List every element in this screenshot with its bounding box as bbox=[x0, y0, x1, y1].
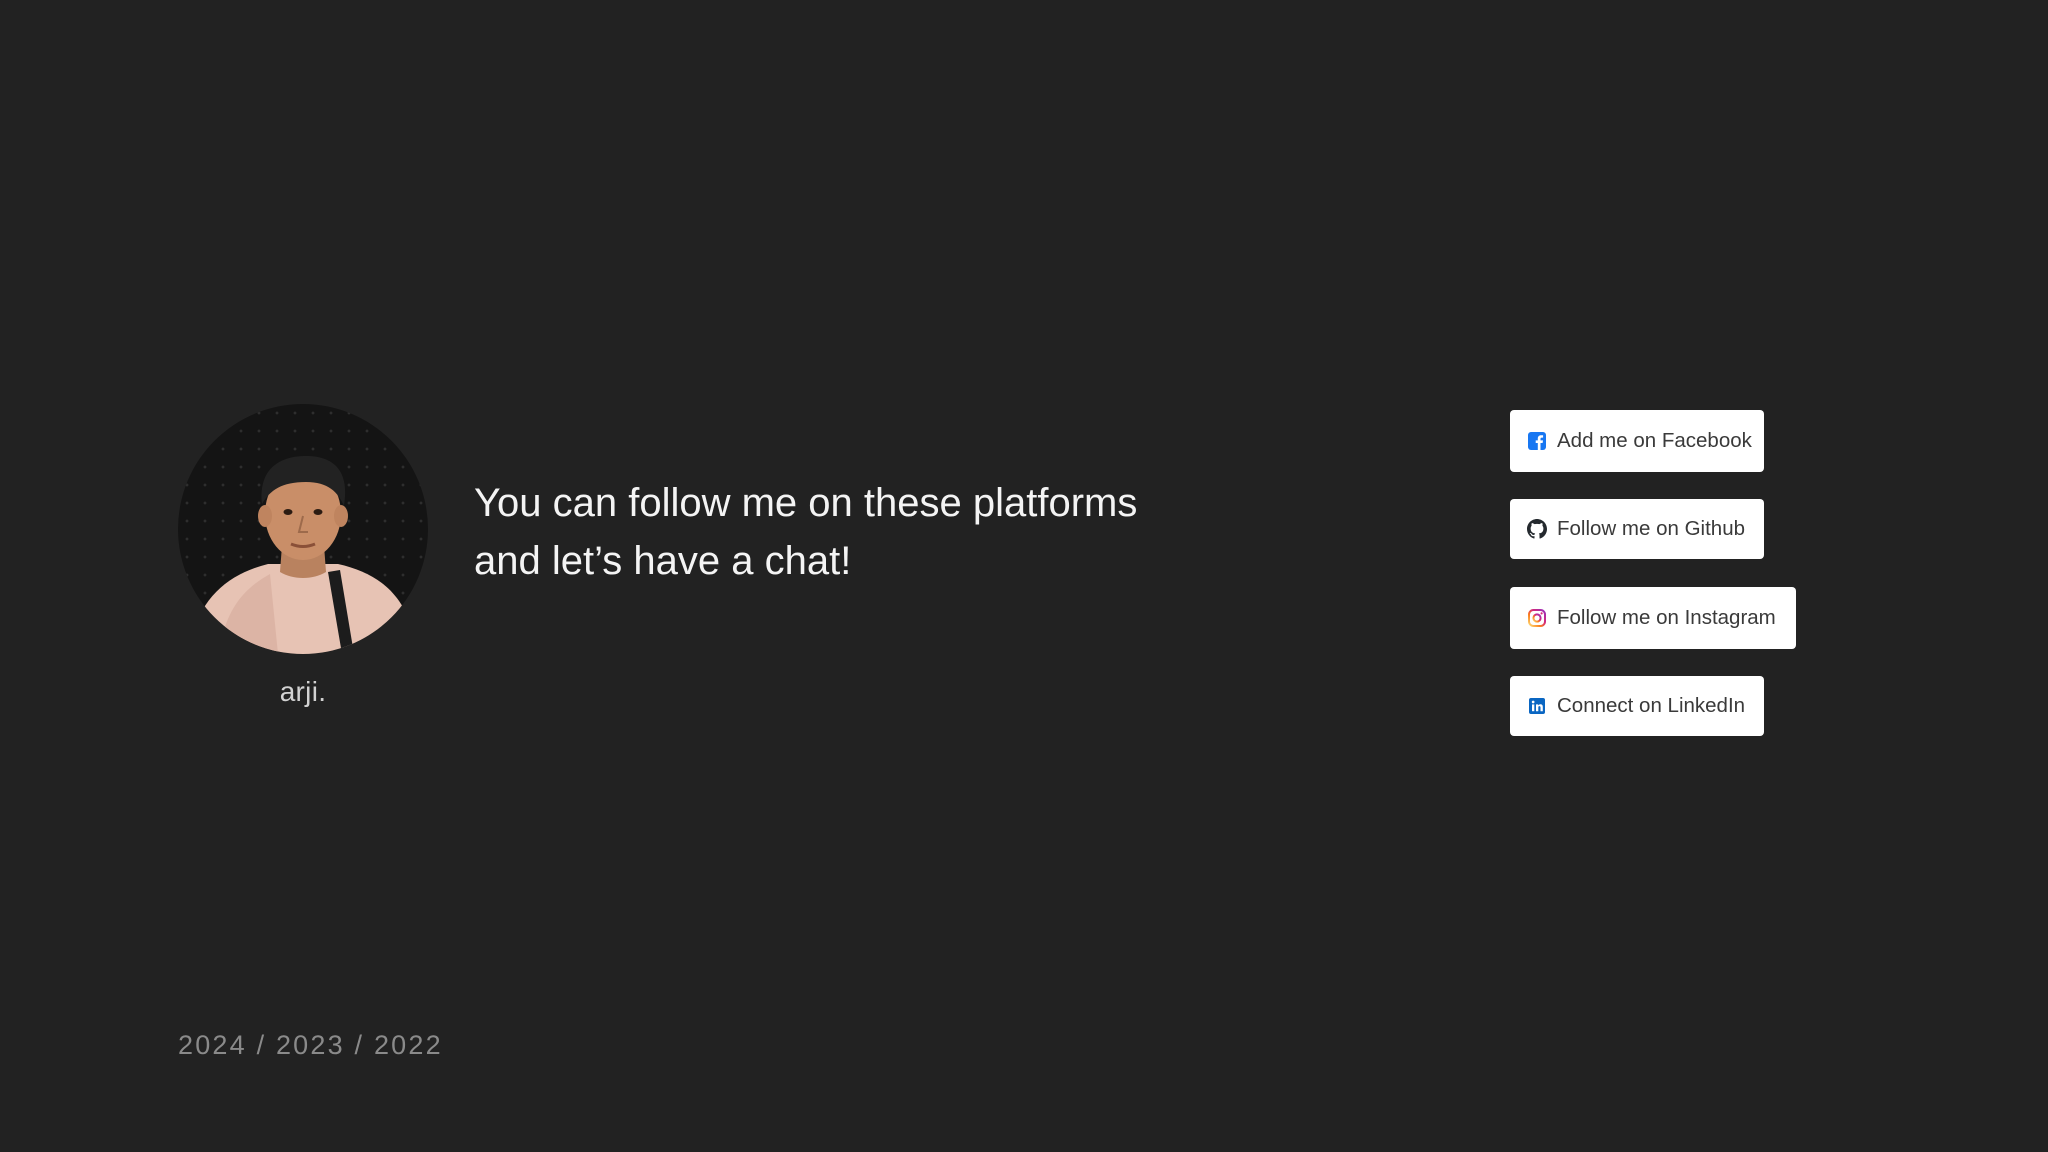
github-icon bbox=[1527, 519, 1547, 539]
profile-photo bbox=[188, 456, 418, 654]
contact-page: arji. You can follow me on these platfor… bbox=[0, 0, 2048, 1152]
github-button[interactable]: Follow me on Github bbox=[1510, 499, 1764, 559]
github-button-label: Follow me on Github bbox=[1557, 517, 1746, 540]
facebook-icon bbox=[1527, 431, 1547, 451]
linkedin-icon bbox=[1527, 696, 1547, 716]
headline-line-1: You can follow me on these platforms bbox=[474, 481, 1138, 525]
linkedin-button[interactable]: Connect on LinkedIn bbox=[1510, 676, 1764, 736]
years-footer: 2024 / 2023 / 2022 bbox=[178, 1030, 443, 1060]
facebook-button-label: Add me on Facebook bbox=[1557, 429, 1752, 452]
linkedin-button-label: Connect on LinkedIn bbox=[1557, 694, 1746, 717]
instagram-button[interactable]: Follow me on Instagram bbox=[1510, 587, 1796, 649]
instagram-icon bbox=[1527, 608, 1547, 628]
instagram-button-label: Follow me on Instagram bbox=[1557, 606, 1776, 629]
avatar bbox=[178, 404, 428, 654]
headline-line-2: and let’s have a chat! bbox=[474, 539, 852, 583]
headline: You can follow me on these platforms and… bbox=[474, 474, 1294, 590]
facebook-button[interactable]: Add me on Facebook bbox=[1510, 410, 1764, 472]
author-name: arji. bbox=[279, 676, 327, 707]
